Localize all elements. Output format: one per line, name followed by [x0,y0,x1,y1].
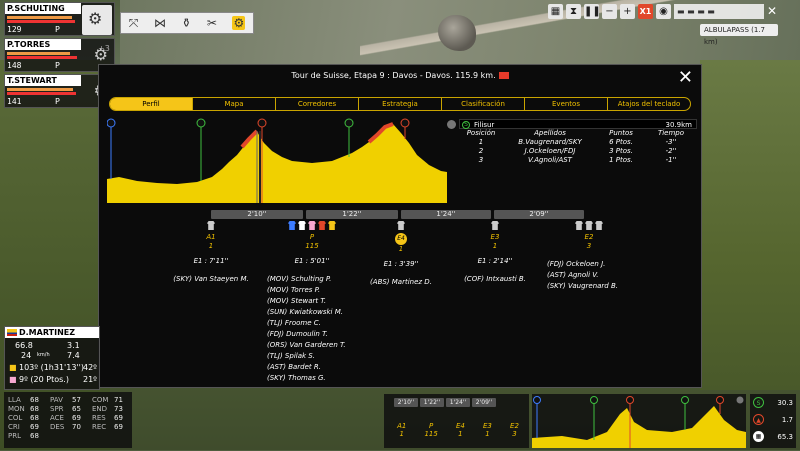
selected-group-badge: E4 [395,233,407,245]
tactics-toolbar: ⤧ ⋈ ⚱ ✂ ⚙ [120,12,254,34]
gap-pill: 1'22'' [306,210,398,219]
stage-info-modal: Tour de Suisse, Etapa 9 : Davos - Davos.… [98,64,702,388]
mountain-icon: ▲ [753,414,764,425]
timer-icon[interactable]: ⧗ [566,3,581,19]
tab-atajos[interactable]: Atajos del teclado [608,98,690,110]
close-icon[interactable]: ✕ [767,4,777,18]
jersey-icon: ■ [9,363,17,372]
selected-rider-panel[interactable]: D.MARTINEZ 66.8 3.1 24 km/h 7.4 ■ 103º (… [4,326,100,390]
group-a1[interactable]: A1 1 E1 : 7'11'' (SKY) Van Staeyen M. [169,221,253,285]
stage-profile [107,118,447,203]
attack-icon[interactable]: ⤧ [129,16,139,31]
flag-icon [7,329,17,336]
background-rock [438,15,476,51]
background-grass-right [700,60,800,390]
tab-corredores[interactable]: Corredores [276,98,359,110]
rider-stats: LLA 68 PAV 57 COM 71 MON 68 SPR 65 END 73 COL 68 ACE… [4,392,132,448]
rider-entry: (TLJ) Froome C. [267,319,321,327]
rider-entry: (FDJ) Dumoulin T. [267,330,328,338]
tab-perfil[interactable]: Perfil [110,98,193,110]
sprint-header: S Filisur 30.9km [459,119,697,129]
rider-settings-button[interactable]: ⚙ [82,5,112,35]
pause-icon[interactable]: ❚❚ [584,3,601,19]
camera-icon[interactable]: ◉ [656,3,671,19]
modal-title: Tour de Suisse, Etapa 9 : Davos - Davos.… [99,71,701,80]
selected-rider-name: D.MARTINEZ [5,327,99,338]
rider-mode: P [55,97,60,106]
rider-entry: (SKY) Thomas G. [267,374,326,382]
rider-entry: (AST) Agnoli V. [547,271,599,279]
sprint-icon: S [753,397,764,408]
top-hud: ▦ ⧗ ❚❚ − + X1 ◉ ▬ ▬ ▬ ▬ ✕ [548,2,777,20]
settings-icon[interactable]: ⚙ [232,16,246,30]
rider-entry: (SUN) Kwiatkowski M. [267,308,343,316]
group-e4[interactable]: E4 1 E1 : 3'39'' (ABS) Martinez D. [361,221,441,288]
rider-energy: 141 [7,97,22,106]
race-stats: S 30.3 ▲ 1.7 ▦ 65.3 [750,394,796,448]
rider-entry: (MOV) Stewart T. [267,297,327,305]
team-cars-strip[interactable]: ▬ ▬ ▬ ▬ [674,3,764,19]
marker-dot [447,120,456,129]
group-e3[interactable]: E3 1 E1 : 2'14'' (COF) Intxausti B. [453,221,537,285]
tab-clasificacion[interactable]: Clasificación [442,98,525,110]
rider-entry: (SKY) Van Staeyen M. [173,275,249,283]
rider-entry: (ABS) Martinez D. [370,278,432,286]
group-gaps: 2'10'' 1'22'' 1'24'' 2'09'' [211,210,584,219]
rider-entry: (COF) Intxausti B. [464,275,526,283]
mini-gaps: 2'10'' 1'22'' 1'24'' 2'09'' [394,398,496,407]
mini-profile-graph [532,396,746,448]
mini-groups-panel[interactable]: 2'10'' 1'22'' 1'24'' 2'09'' A1 1 P 115 E4 1… [384,394,529,448]
plus-icon[interactable]: + [620,3,635,19]
rider-entry: (SKY) Vaugrenard B. [547,282,618,290]
side-value: +3 [98,44,110,53]
gap-pill: 2'09'' [494,210,584,219]
table-row: 2 J.Ockeloen/FDJ 3 Ptos. -2'' [478,147,677,155]
tab-eventos[interactable]: Eventos [525,98,608,110]
rider-entry: (ORS) Van Garderen T. [267,341,346,349]
bottle-icon[interactable]: ⚱ [181,16,191,30]
table-row: 3 V.Agnoli/AST 1 Ptos. -1'' [478,156,677,164]
rider-name: P.SCHULTING [5,3,81,14]
sprint-icon: S [462,121,470,129]
follow-icon[interactable]: ⋈ [154,16,166,30]
rider-mode: P [55,61,60,70]
minus-icon[interactable]: − [602,3,617,19]
table-row: 1 B.Vaugrenard/SKY 6 Ptos. -3'' [478,138,677,146]
rider-name: P.TORRES [5,39,81,50]
gap-pill: 2'10'' [211,210,303,219]
mini-group-labels: A1 1 P 115 E4 1 E3 1 E2 3 [397,422,519,438]
cut-icon[interactable]: ✂ [207,16,217,30]
rider-entry: (TLJ) Spilak S. [267,352,315,360]
finish-flag-icon: ▦ [753,431,764,442]
mountain-icon [498,72,509,79]
rider-mode: P [55,25,60,34]
rider-energy: 148 [7,61,22,70]
rider-energy: 129 [7,25,22,34]
close-icon[interactable]: ✕ [678,67,693,88]
rider-card[interactable]: P.SCHULTING 129 P ⚙ [4,2,115,36]
climb-indicator: ALBULAPASS (1.7 km) [700,24,778,46]
gap-pill: 1'24'' [401,210,491,219]
tab-estrategia[interactable]: Estrategia [359,98,442,110]
rider-entry: (MOV) Schulting P. [267,275,332,283]
sprint-results-table: Posición Apellidos Puntos Tiempo 1 B.Vaugren… [459,129,697,165]
mini-profile[interactable] [532,394,746,448]
speed-button[interactable]: X1 [638,3,653,19]
rider-entry: (MOV) Torres P. [267,286,321,294]
rider-name: T.STEWART [5,75,81,86]
stage-icon[interactable]: ▦ [548,3,563,19]
rider-entry: (AST) Bardet R. [267,363,321,371]
table-header: Posición Apellidos Puntos Tiempo [466,129,685,137]
rider-entry: (FDJ) Ockeloen J. [547,260,606,268]
group-e2[interactable]: E2 3 (FDJ) Ockeloen J. (AST) Agnoli V. (… [547,221,631,292]
jersey-icon: ■ [9,375,17,384]
modal-tabs: Perfil Mapa Corredores Estrategia Clasif… [109,97,691,111]
gear-icon: ⚙ [88,9,103,28]
tab-mapa[interactable]: Mapa [193,98,276,110]
group-peloton[interactable]: P 115 E1 : 5'01'' (MOV) Schulting P. (MO… [267,221,357,384]
